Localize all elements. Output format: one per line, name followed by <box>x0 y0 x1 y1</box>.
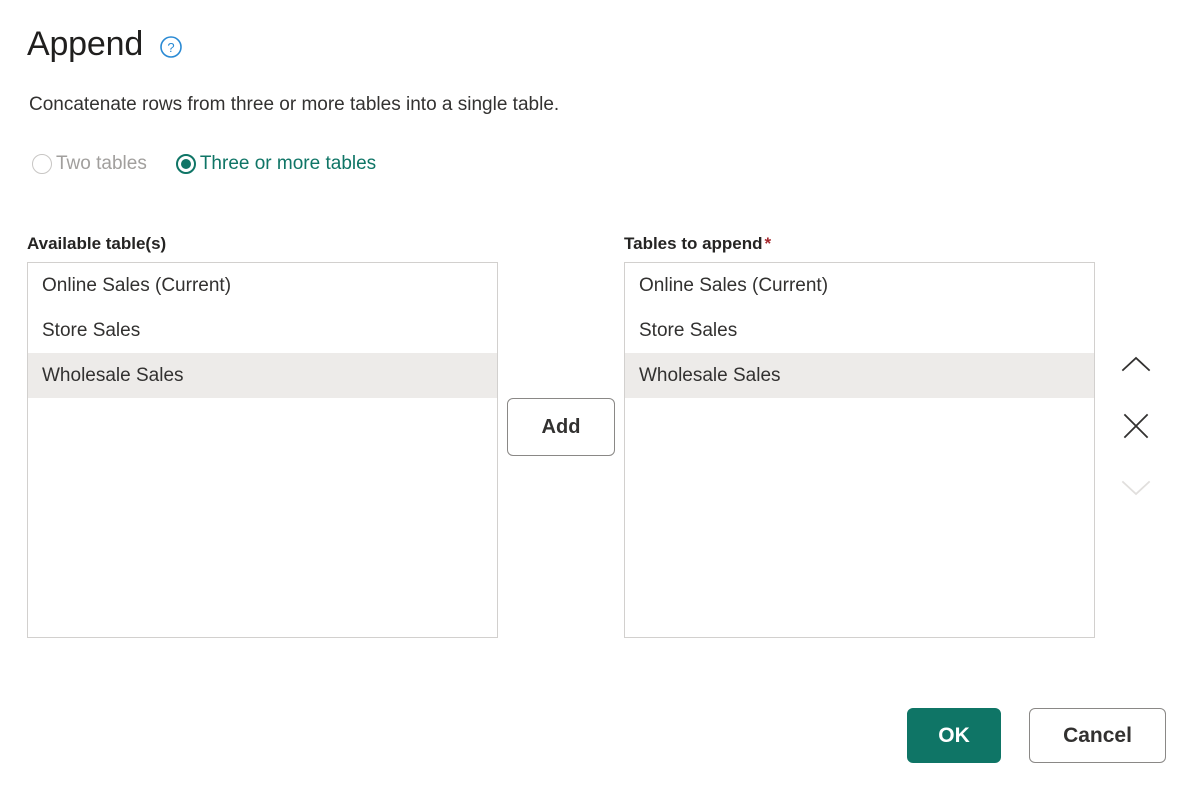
list-item[interactable]: Wholesale Sales <box>625 353 1094 398</box>
required-asterisk: * <box>765 234 772 253</box>
cancel-button[interactable]: Cancel <box>1029 708 1166 763</box>
available-tables-label: Available table(s) <box>27 233 166 255</box>
available-tables-label-text: Available table(s) <box>27 234 166 253</box>
dialog-header: Append ? <box>27 24 183 64</box>
ok-button[interactable]: OK <box>907 708 1001 763</box>
tables-to-append-label-text: Tables to append <box>624 234 763 253</box>
available-tables-listbox[interactable]: Online Sales (Current) Store Sales Whole… <box>27 262 498 638</box>
reorder-controls <box>1112 342 1160 510</box>
tables-to-append-label: Tables to append* <box>624 233 771 255</box>
list-item[interactable]: Wholesale Sales <box>28 353 497 398</box>
move-down-button[interactable] <box>1114 466 1158 510</box>
page-title: Append <box>27 24 143 64</box>
remove-button[interactable] <box>1114 404 1158 448</box>
chevron-up-icon <box>1121 355 1151 373</box>
radio-option-two-tables[interactable]: Two tables <box>32 152 147 176</box>
radio-option-three-or-more-tables[interactable]: Three or more tables <box>176 152 376 176</box>
svg-text:?: ? <box>167 40 174 55</box>
list-item[interactable]: Online Sales (Current) <box>625 263 1094 308</box>
radio-circle-icon <box>32 154 52 174</box>
radio-label-two-tables: Two tables <box>56 152 147 176</box>
dialog-subtitle: Concatenate rows from three or more tabl… <box>29 92 559 118</box>
help-icon[interactable]: ? <box>159 35 183 59</box>
radio-label-three-or-more-tables: Three or more tables <box>200 152 376 176</box>
mode-selector-radio-group: Two tables Three or more tables <box>32 152 376 176</box>
move-up-button[interactable] <box>1114 342 1158 386</box>
dialog-footer: OK Cancel <box>0 708 1166 763</box>
close-x-icon <box>1123 413 1149 439</box>
list-item[interactable]: Store Sales <box>625 308 1094 353</box>
chevron-down-icon <box>1121 479 1151 497</box>
list-item[interactable]: Store Sales <box>28 308 497 353</box>
radio-circle-selected-icon <box>176 154 196 174</box>
add-button[interactable]: Add <box>507 398 615 456</box>
list-item[interactable]: Online Sales (Current) <box>28 263 497 308</box>
tables-to-append-listbox[interactable]: Online Sales (Current) Store Sales Whole… <box>624 262 1095 638</box>
